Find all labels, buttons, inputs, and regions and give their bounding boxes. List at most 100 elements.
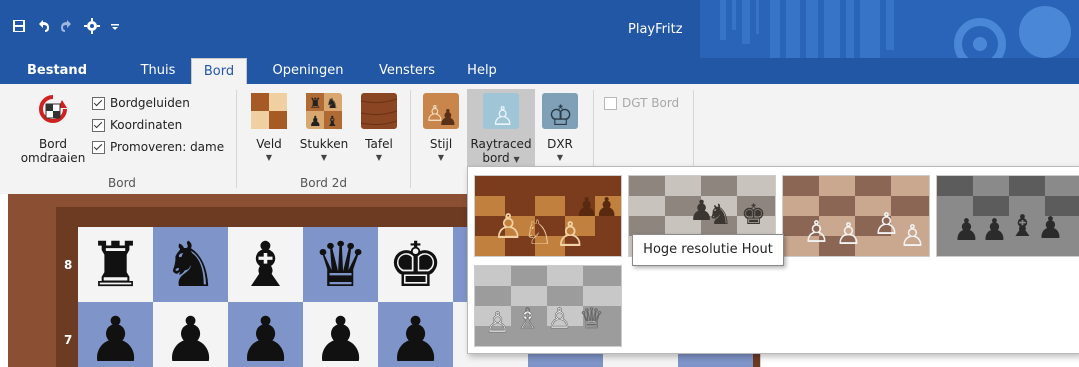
dropdown-caret-icon: ▼: [556, 153, 564, 162]
tafel-label: Tafel ▼: [356, 137, 402, 165]
svg-text:♜: ♜: [309, 95, 322, 111]
style-3d-icon: ♙♟: [423, 93, 459, 129]
chess-piece[interactable]: ♟: [228, 302, 303, 367]
promoveren-checkbox[interactable]: Promoveren: dame: [92, 140, 224, 154]
checkbox-box[interactable]: [92, 96, 105, 110]
flip-board-label-line2: omdraaien: [20, 151, 86, 165]
group-separator: [236, 90, 237, 188]
svg-text:♗: ♗: [515, 303, 540, 334]
quick-access-toolbar: [12, 18, 120, 34]
svg-text:♙: ♙: [873, 208, 900, 241]
tab-bestand[interactable]: Bestand: [22, 58, 92, 84]
tab-bord[interactable]: Bord: [191, 58, 247, 86]
chess-piece[interactable]: ♟: [153, 302, 228, 367]
svg-text:♙: ♙: [491, 101, 514, 129]
flip-board-label: Bord omdraaien: [18, 137, 88, 165]
rank-label: 8: [64, 258, 73, 272]
svg-text:♟: ♟: [1037, 212, 1064, 245]
wood-board-thumbnail[interactable]: ♙ ♘ ♙ ♟ ♟: [474, 175, 622, 257]
svg-text:♞: ♞: [707, 199, 732, 230]
svg-text:♔: ♔: [548, 100, 573, 129]
redo-icon[interactable]: [60, 19, 74, 33]
svg-text:♙: ♙: [835, 218, 862, 251]
pieces-icon: ♜ ♞ ♟ ♝: [306, 93, 342, 129]
checkbox-label: Promoveren: dame: [110, 140, 225, 154]
dropdown-caret-icon: ▼: [375, 153, 383, 162]
checkbox-box[interactable]: [92, 140, 105, 154]
tafel-label-text: Tafel: [365, 137, 393, 151]
checkbox-label: Koordinaten: [110, 118, 183, 132]
stijl-label: Stijl ▼: [418, 137, 464, 165]
checkbox-label: DGT Bord: [622, 96, 680, 110]
chess-piece[interactable]: ♜: [78, 227, 153, 302]
undo-icon[interactable]: [36, 19, 50, 33]
raytraced-icon: ♙: [483, 93, 519, 129]
svg-text:♝: ♝: [1009, 210, 1036, 243]
raytraced-board-label: Raytraced bord ▼: [467, 137, 535, 167]
dropdown-caret-icon: ▼: [320, 153, 328, 162]
svg-text:♙: ♙: [547, 303, 572, 334]
svg-text:♞: ♞: [326, 95, 339, 111]
tooltip: Hoge resolutie Hout: [632, 234, 784, 266]
raytraced-label-line2-text: bord: [482, 151, 510, 165]
svg-text:♕: ♕: [579, 303, 604, 334]
tab-openingen[interactable]: Openingen: [268, 58, 348, 84]
engine-icon[interactable]: [84, 18, 100, 34]
svg-text:♟: ♟: [953, 214, 980, 247]
marble-board-thumbnail[interactable]: ♙ ♙ ♙ ♙: [782, 175, 930, 257]
dark-metal-thumbnail[interactable]: ♟ ♟ ♝ ♟: [936, 175, 1079, 257]
checkbox-box[interactable]: [604, 96, 617, 110]
decorative-banner-graphic: [700, 0, 1079, 58]
chess-piece[interactable]: ♟: [78, 302, 153, 367]
checkbox-label: Bordgeluiden: [110, 96, 190, 110]
rank-label: 7: [64, 333, 73, 347]
chess-piece[interactable]: ♟: [378, 302, 453, 367]
stukken-label: Stukken ▼: [296, 137, 352, 165]
glass-board-thumbnail[interactable]: ♙ ♗ ♙ ♕: [474, 265, 622, 347]
flip-board-label-line1: Bord: [39, 137, 67, 151]
svg-text:♙: ♙: [485, 307, 510, 338]
svg-text:♟: ♟: [981, 214, 1008, 247]
koordinaten-checkbox[interactable]: Koordinaten: [92, 118, 182, 132]
title-bar: PlayFritz: [0, 0, 1079, 58]
group-label-bord: Bord: [108, 176, 136, 190]
dropdown-caret-icon: ▼: [265, 153, 273, 162]
svg-text:♝: ♝: [326, 113, 339, 129]
svg-text:♟: ♟: [595, 192, 618, 222]
veld-label-text: Veld: [256, 137, 282, 151]
chess-piece[interactable]: ♚: [378, 227, 453, 302]
svg-text:♙: ♙: [899, 220, 926, 253]
chess-piece[interactable]: ♟: [303, 302, 378, 367]
wood-square-icon: [251, 93, 287, 129]
svg-text:♙: ♙: [493, 208, 523, 246]
dropdown-caret-icon: ▼: [513, 155, 520, 164]
svg-text:♙: ♙: [803, 216, 830, 249]
stukken-label-text: Stukken: [299, 137, 349, 151]
flip-board-icon: [39, 95, 67, 123]
bordgeluiden-checkbox[interactable]: Bordgeluiden: [92, 96, 190, 110]
raytraced-label-line1: Raytraced: [470, 137, 532, 151]
save-icon[interactable]: [12, 19, 26, 33]
app-title: PlayFritz: [628, 22, 683, 37]
dxr-label-text: DXR: [547, 137, 573, 151]
svg-text:♟: ♟: [438, 105, 458, 129]
table-wood-icon: [361, 93, 397, 129]
svg-text:♟: ♟: [309, 113, 322, 129]
tab-vensters[interactable]: Vensters: [372, 58, 442, 84]
chess-piece[interactable]: ♞: [153, 227, 228, 302]
dxr-icon: ♔: [542, 93, 578, 129]
tab-help[interactable]: Help: [462, 58, 502, 84]
raytraced-label-line2: bord ▼: [467, 151, 535, 167]
dxr-label: DXR ▼: [537, 137, 583, 165]
svg-text:♘: ♘: [523, 214, 553, 252]
dgt-board-checkbox[interactable]: DGT Bord: [604, 96, 679, 110]
qat-menu-icon[interactable]: [110, 19, 120, 33]
checkbox-box[interactable]: [92, 118, 105, 132]
chess-piece[interactable]: ♛: [303, 227, 378, 302]
dropdown-caret-icon: ▼: [437, 153, 445, 162]
group-label-bord-2d: Bord 2d: [300, 176, 347, 190]
veld-label: Veld ▼: [246, 137, 292, 165]
tab-thuis[interactable]: Thuis: [138, 58, 178, 84]
group-separator: [410, 90, 411, 188]
chess-piece[interactable]: ♝: [228, 227, 303, 302]
